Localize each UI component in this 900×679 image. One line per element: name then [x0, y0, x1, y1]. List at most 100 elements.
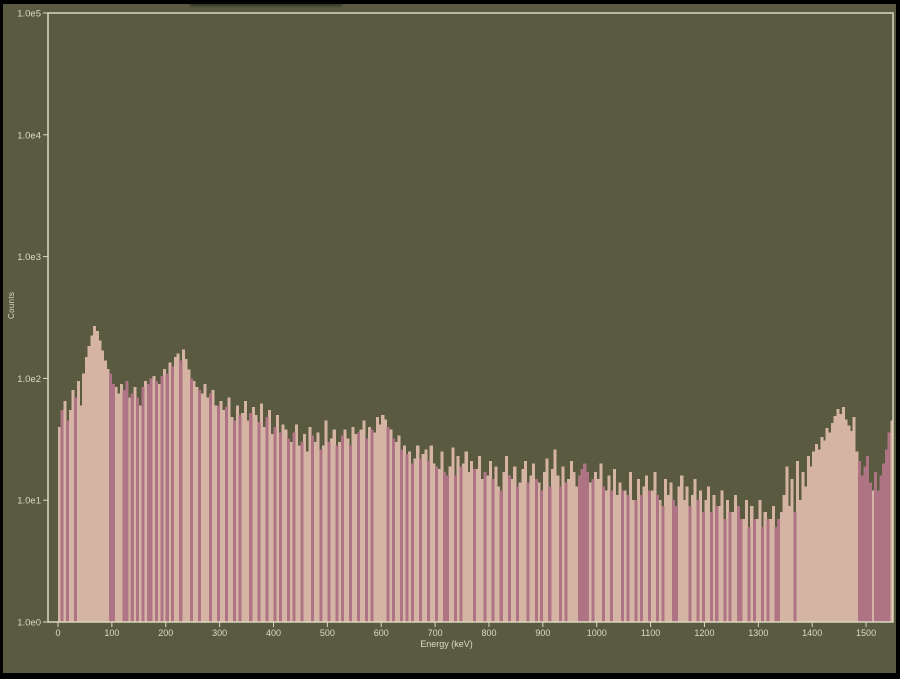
spectrum-bar [607, 475, 611, 622]
spectrum-bar [456, 456, 460, 622]
spectrum-bar [860, 475, 864, 622]
spectrum-bar [674, 505, 678, 622]
spectrum-bar [413, 458, 417, 622]
spectrum-bar [176, 353, 180, 622]
spectrum-bar [709, 512, 713, 622]
spectrum-bar [351, 426, 355, 622]
spectrum-bar [701, 512, 705, 622]
spectrum-bar [620, 490, 624, 622]
spectrum-bar [559, 486, 563, 622]
spectrum-bar [111, 383, 115, 622]
spectrum-bar [246, 420, 250, 622]
spectrum-bar [825, 428, 829, 622]
spectrum-bar [238, 415, 242, 622]
spectrum-bar [715, 505, 719, 622]
spectrum-bar [507, 475, 511, 622]
spectrum-bar [844, 419, 848, 622]
spectrum-bar [763, 512, 767, 622]
spectrum-bar [585, 472, 589, 622]
spectrum-bar [787, 505, 791, 622]
spectrum-bar [208, 393, 212, 622]
x-tick-label: 300 [212, 628, 227, 638]
spectrum-bar [79, 405, 83, 622]
spectrum-bar [591, 478, 595, 622]
spectrum-bar [731, 512, 735, 622]
spectrum-bar [254, 415, 258, 622]
spectrum-bar [693, 478, 697, 622]
spectrum-bar [173, 356, 177, 622]
spectrum-bar [774, 527, 778, 622]
spectrum-bar [402, 445, 406, 622]
spectrum-bar [814, 443, 818, 622]
spectrum-bar [882, 463, 886, 622]
spectrum-bar [758, 500, 762, 622]
spectrum-bar [381, 415, 385, 622]
spectrum-bar [594, 472, 598, 622]
spectrum-bar [669, 482, 673, 622]
spectrum-bar [513, 466, 517, 622]
y-tick-label: 1.0e2 [17, 374, 41, 385]
spectrum-bar [225, 407, 229, 622]
spectrum-bar [750, 505, 754, 622]
spectrum-bar [273, 426, 277, 622]
spectrum-bar [203, 383, 207, 622]
spectrum-bar [742, 519, 746, 622]
spectrum-bar [405, 453, 409, 622]
spectrum-bar [171, 366, 175, 622]
spectrum-bar [305, 451, 309, 622]
spectrum-bar [879, 475, 883, 622]
x-tick-label: 1100 [641, 628, 660, 638]
spectrum-chart[interactable]: 0 100 200 300 400 500 600 700 800 900 1000 1100 1200… [0, 0, 900, 679]
spectrum-bar [278, 432, 282, 622]
spectrum-bar [631, 500, 635, 622]
spectrum-bar [839, 414, 843, 622]
spectrum-bar [852, 417, 856, 622]
x-tick-label: 1400 [802, 628, 822, 638]
spectrum-bar [346, 438, 350, 622]
spectrum-bar [526, 482, 530, 622]
spectrum-bar [755, 519, 759, 622]
spectrum-bar [747, 527, 751, 622]
spectrum-bar [90, 335, 94, 622]
spectrum-bar [427, 460, 431, 622]
spectrum-bar [532, 463, 536, 622]
spectrum-bar [394, 442, 398, 622]
spectrum-bar [653, 472, 657, 622]
spectrum-bar [392, 438, 396, 622]
spectrum-bar [316, 432, 320, 622]
spectrum-bar [577, 475, 581, 622]
spectrum-bar [685, 486, 689, 622]
spectrum-bar [281, 424, 285, 622]
spectrum-bar [152, 375, 156, 622]
spectrum-bar [200, 393, 204, 622]
spectrum-bar [734, 495, 738, 622]
spectrum-bar [93, 325, 97, 622]
spectrum-bar [443, 472, 447, 622]
spectrum-bar [136, 397, 140, 622]
spectrum-bar [707, 486, 711, 622]
spectrum-bar [359, 429, 363, 622]
x-tick-label: 400 [266, 628, 281, 638]
spectrum-bar [211, 390, 215, 622]
spectrum-bar [268, 410, 272, 622]
spectrum-bar [793, 512, 797, 622]
spectrum-bar [580, 469, 584, 622]
spectrum-bar [588, 482, 592, 622]
spectrum-bar [206, 397, 210, 622]
spectrum-bar [103, 360, 107, 622]
spectrum-bar [265, 417, 269, 622]
spectrum-bar [723, 519, 727, 622]
spectrum-bar [647, 490, 651, 622]
spectrum-bar [583, 463, 587, 622]
spectrum-bar [76, 381, 80, 622]
spectrum-bar [109, 373, 113, 622]
spectrum-bar [410, 463, 414, 622]
spectrum-bar [863, 466, 867, 622]
spectrum-bar [849, 430, 853, 622]
spectrum-bar [216, 405, 220, 622]
spectrum-bar [125, 381, 129, 622]
spectrum-bar [330, 438, 334, 622]
spectrum-bar [95, 331, 99, 622]
spectrum-bar [467, 472, 471, 622]
spectrum-bar [429, 445, 433, 622]
